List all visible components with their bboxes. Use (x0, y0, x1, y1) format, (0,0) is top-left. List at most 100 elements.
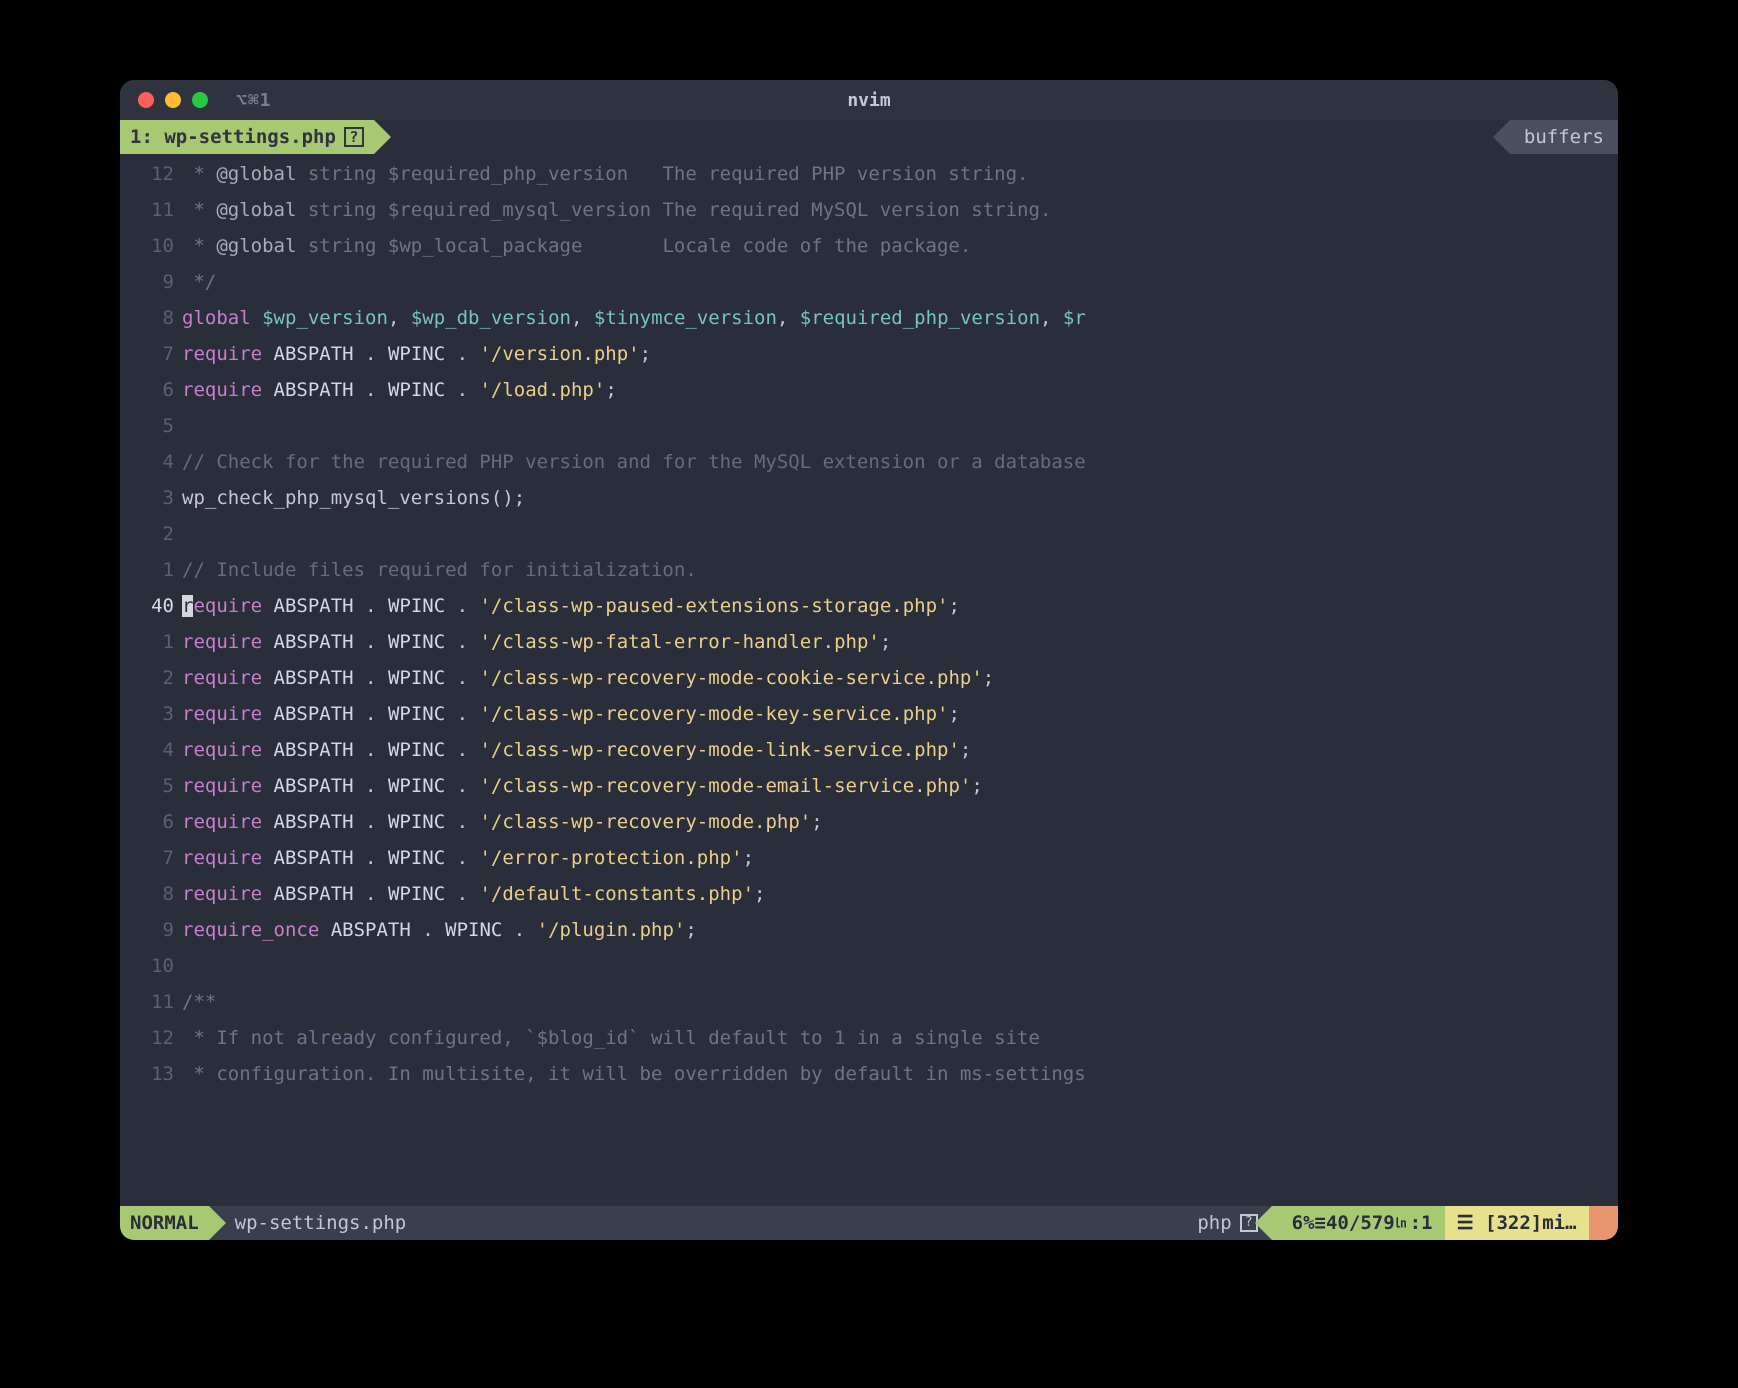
code-line[interactable]: 1require ABSPATH . WPINC . '/class-wp-fa… (120, 624, 1618, 660)
traffic-lights (138, 92, 208, 108)
close-icon[interactable] (138, 92, 154, 108)
code-line[interactable]: 3wp_check_php_mysql_versions(); (120, 480, 1618, 516)
line-number: 12 (120, 156, 182, 192)
code-line[interactable]: 11/** (120, 984, 1618, 1020)
line-number: 1 (120, 624, 182, 660)
code-line[interactable]: 7require ABSPATH . WPINC . '/error-prote… (120, 840, 1618, 876)
line-number: 6 (120, 804, 182, 840)
code-line[interactable]: 6require ABSPATH . WPINC . '/load.php'; (120, 372, 1618, 408)
window-tab-hint: ⌥⌘1 (236, 90, 272, 111)
titlebar: ⌥⌘1 nvim (120, 80, 1618, 120)
code-content[interactable]: * @global string $wp_local_package Local… (182, 228, 1618, 264)
code-line[interactable]: 5 (120, 408, 1618, 444)
code-content[interactable]: require ABSPATH . WPINC . '/class-wp-rec… (182, 804, 1618, 840)
line-number: 1 (120, 552, 182, 588)
line-number: 8 (120, 876, 182, 912)
line-icon: ≡ (1315, 1212, 1326, 1234)
line-number: 10 (120, 228, 182, 264)
code-content[interactable]: require ABSPATH . WPINC . '/class-wp-rec… (182, 696, 1618, 732)
line-number: 3 (120, 480, 182, 516)
code-content[interactable]: * @global string $required_mysql_version… (182, 192, 1618, 228)
line-number: 7 (120, 336, 182, 372)
code-content[interactable]: require ABSPATH . WPINC . '/default-cons… (182, 876, 1618, 912)
code-content[interactable]: require ABSPATH . WPINC . '/class-wp-pau… (182, 588, 1618, 624)
code-line[interactable]: 10 (120, 948, 1618, 984)
mode-segment: NORMAL (120, 1206, 209, 1240)
buffers-label[interactable]: buffers (1510, 120, 1618, 154)
code-content[interactable]: wp_check_php_mysql_versions(); (182, 480, 1618, 516)
code-content[interactable]: // Include files required for initializa… (182, 552, 1618, 588)
code-content[interactable]: global $wp_version, $wp_db_version, $tin… (182, 300, 1618, 336)
active-buffer-tab[interactable]: 1: wp-settings.php ? (120, 120, 374, 154)
code-line[interactable]: 3require ABSPATH . WPINC . '/class-wp-re… (120, 696, 1618, 732)
status-spacer (418, 1206, 1185, 1240)
code-content[interactable]: * If not already configured, `$blog_id` … (182, 1020, 1618, 1056)
code-line[interactable]: 12 * @global string $required_php_versio… (120, 156, 1618, 192)
code-content[interactable]: // Check for the required PHP version an… (182, 444, 1618, 480)
code-line[interactable]: 13 * configuration. In multisite, it wil… (120, 1056, 1618, 1092)
line-number: 6 (120, 372, 182, 408)
code-line[interactable]: 1// Include files required for initializ… (120, 552, 1618, 588)
code-line[interactable]: 9require_once ABSPATH . WPINC . '/plugin… (120, 912, 1618, 948)
code-line[interactable]: 8global $wp_version, $wp_db_version, $ti… (120, 300, 1618, 336)
line-number: 4 (120, 444, 182, 480)
percent: 6% (1292, 1212, 1315, 1234)
code-content[interactable]: require ABSPATH . WPINC . '/class-wp-rec… (182, 768, 1618, 804)
line-number: 11 (120, 984, 182, 1020)
line-number: 10 (120, 948, 182, 984)
minimize-icon[interactable] (165, 92, 181, 108)
code-line[interactable]: 7require ABSPATH . WPINC . '/version.php… (120, 336, 1618, 372)
code-line[interactable]: 12 * If not already configured, `$blog_i… (120, 1020, 1618, 1056)
line-number: 7 (120, 840, 182, 876)
code-content[interactable]: require ABSPATH . WPINC . '/version.php'… (182, 336, 1618, 372)
col-icon: ㏑ (1395, 1217, 1407, 1229)
filetype-text: php (1197, 1212, 1231, 1234)
code-line[interactable]: 5require ABSPATH . WPINC . '/class-wp-re… (120, 768, 1618, 804)
total-lines: 579 (1360, 1212, 1394, 1234)
line-number: 2 (120, 516, 182, 552)
line-number: 40 (120, 588, 182, 624)
code-line[interactable]: 6require ABSPATH . WPINC . '/class-wp-re… (120, 804, 1618, 840)
code-content[interactable]: require ABSPATH . WPINC . '/class-wp-rec… (182, 732, 1618, 768)
line-number: 2 (120, 660, 182, 696)
code-content[interactable] (182, 516, 1618, 552)
line-number: 12 (120, 1020, 182, 1056)
tabline-spacer (374, 120, 1510, 154)
code-line[interactable]: 4// Check for the required PHP version a… (120, 444, 1618, 480)
code-line[interactable]: 40require ABSPATH . WPINC . '/class-wp-p… (120, 588, 1618, 624)
code-content[interactable]: /** (182, 984, 1618, 1020)
code-content[interactable]: require ABSPATH . WPINC . '/class-wp-fat… (182, 624, 1618, 660)
code-line[interactable]: 4require ABSPATH . WPINC . '/class-wp-re… (120, 732, 1618, 768)
modified-flag-icon: ? (344, 127, 364, 147)
code-content[interactable]: require ABSPATH . WPINC . '/load.php'; (182, 372, 1618, 408)
code-content[interactable]: require ABSPATH . WPINC . '/error-protec… (182, 840, 1618, 876)
code-line[interactable]: 8require ABSPATH . WPINC . '/default-con… (120, 876, 1618, 912)
code-content[interactable] (182, 948, 1618, 984)
line-number: 4 (120, 732, 182, 768)
line-number: 8 (120, 300, 182, 336)
line-number: 9 (120, 912, 182, 948)
position-segment: 6% ≡ 40/579 ㏑:1 (1272, 1206, 1445, 1240)
editor-pane[interactable]: 12 * @global string $required_php_versio… (120, 154, 1618, 1206)
code-line[interactable]: 2require ABSPATH . WPINC . '/class-wp-re… (120, 660, 1618, 696)
file-segment: wp-settings.php (209, 1206, 419, 1240)
code-content[interactable]: * configuration. In multisite, it will b… (182, 1056, 1618, 1092)
line-number: 5 (120, 768, 182, 804)
code-content[interactable]: require ABSPATH . WPINC . '/class-wp-rec… (182, 660, 1618, 696)
code-content[interactable]: */ (182, 264, 1618, 300)
code-content[interactable]: require_once ABSPATH . WPINC . '/plugin.… (182, 912, 1618, 948)
code-line[interactable]: 9 */ (120, 264, 1618, 300)
code-line[interactable]: 2 (120, 516, 1618, 552)
vim-statusline: NORMAL wp-settings.php php ? 6% ≡ 40/579… (120, 1206, 1618, 1240)
code-line[interactable]: 11 * @global string $required_mysql_vers… (120, 192, 1618, 228)
code-line[interactable]: 10 * @global string $wp_local_package Lo… (120, 228, 1618, 264)
line-number: 13 (120, 1056, 182, 1092)
line-number: 11 (120, 192, 182, 228)
tab-index: 1: (130, 126, 153, 148)
code-content[interactable]: * @global string $required_php_version T… (182, 156, 1618, 192)
line-number: 5 (120, 408, 182, 444)
col-number: :1 (1410, 1212, 1433, 1234)
line-number: 3 (120, 696, 182, 732)
zoom-icon[interactable] (192, 92, 208, 108)
code-content[interactable] (182, 408, 1618, 444)
